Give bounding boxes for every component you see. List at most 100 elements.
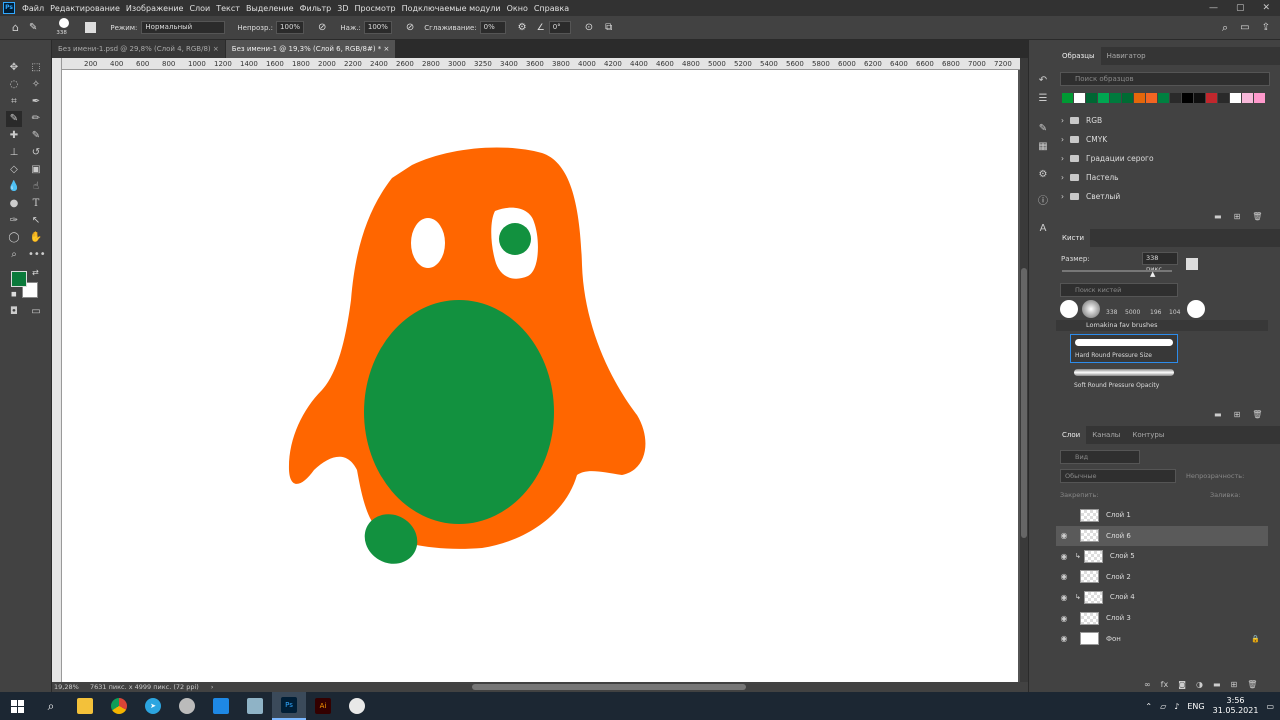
type-tool-icon[interactable]: T <box>28 196 44 212</box>
menu-view[interactable]: Просмотр <box>352 4 399 13</box>
hand-tool-icon[interactable]: ✋ <box>28 230 44 246</box>
new-group-icon[interactable]: ▬ <box>1213 680 1221 689</box>
layer-filter-kind[interactable]: Вид <box>1060 450 1140 464</box>
layer-row[interactable]: ◉ Фон 🔒 <box>1056 629 1268 649</box>
menu-image[interactable]: Изображение <box>123 4 187 13</box>
brush-item-selected[interactable]: Hard Round Pressure Size <box>1070 334 1178 363</box>
blur-tool-icon[interactable]: 💧 <box>6 179 22 195</box>
adjustment-layer-icon[interactable]: ◑ <box>1196 680 1203 689</box>
more-tools-icon[interactable]: ••• <box>28 247 46 263</box>
search-taskbar-icon[interactable]: ⌕ <box>34 692 68 720</box>
zoom-readout[interactable]: 19,28% <box>54 683 88 691</box>
color-swatch[interactable] <box>1230 93 1241 103</box>
tab-paths[interactable]: Контуры <box>1126 426 1170 444</box>
color-swatch[interactable] <box>1182 93 1193 103</box>
layer-row[interactable]: ◉ Слой 6 <box>1056 525 1268 546</box>
mixer-brush-icon[interactable]: ✎ <box>28 128 44 144</box>
brush-size-slider[interactable] <box>1062 270 1172 272</box>
brush-preset-size[interactable]: 5000 <box>1125 309 1140 316</box>
brush-search-input[interactable]: Поиск кистей <box>1060 283 1178 297</box>
color-swatch[interactable] <box>1110 93 1121 103</box>
horizontal-scroll-thumb[interactable] <box>472 684 746 690</box>
layer-row[interactable]: Слой 1 <box>1056 505 1268 525</box>
close-icon[interactable]: ✕ <box>1262 3 1270 13</box>
screen-mode-icon[interactable]: ▭ <box>28 304 44 320</box>
move-tool-icon[interactable]: ✥ <box>6 60 22 76</box>
visibility-eye-icon[interactable]: ◉ <box>1056 572 1072 581</box>
adjustments-panel-icon[interactable]: ⚙ <box>1036 168 1050 182</box>
opacity-input[interactable]: 100% <box>276 21 305 34</box>
clock[interactable]: 3:56 31.05.2021 <box>1213 696 1259 716</box>
color-swatch[interactable] <box>1062 93 1073 103</box>
menu-edit[interactable]: Редактирование <box>47 4 123 13</box>
telegram-icon[interactable]: ➤ <box>136 692 170 720</box>
stamp-tool-icon[interactable]: ⊥ <box>6 145 22 161</box>
visibility-eye-icon[interactable]: ◉ <box>1056 531 1072 540</box>
brush-preset-hard[interactable] <box>1060 300 1078 318</box>
brush-preset-soft[interactable] <box>1082 300 1100 318</box>
illustrator-taskbar-icon[interactable]: Ai <box>306 692 340 720</box>
photoshop-taskbar-icon[interactable]: Ps <box>272 692 306 720</box>
swatch-folder-rgb[interactable]: › RGB <box>1056 111 1270 130</box>
swatch-folder-cmyk[interactable]: › CMYK <box>1056 130 1270 149</box>
brush-item[interactable]: Soft Round Pressure Opacity <box>1070 365 1178 394</box>
properties-panel-icon[interactable]: ☰ <box>1036 92 1050 106</box>
layer-row[interactable]: ◉ ↳ Слой 5 <box>1056 546 1268 566</box>
tab-brushes[interactable]: Кисти <box>1056 229 1090 247</box>
menu-file[interactable]: Файл <box>19 4 47 13</box>
maximize-icon[interactable]: ▢ <box>1236 3 1245 13</box>
language-indicator[interactable]: ENG <box>1187 702 1204 711</box>
status-menu-icon[interactable]: › <box>211 683 214 691</box>
volume-icon[interactable]: ♪ <box>1174 702 1179 711</box>
eyedropper-tool-icon[interactable]: ✒ <box>28 94 44 110</box>
path-select-icon[interactable]: ↖ <box>28 213 44 229</box>
swatch-folder-grayscale[interactable]: › Градации серого <box>1056 149 1270 168</box>
search-icon[interactable]: ⌕ <box>1222 21 1228 35</box>
color-swatch[interactable] <box>1194 93 1205 103</box>
layer-row[interactable]: ◉ Слой 2 <box>1056 567 1268 587</box>
tab-channels[interactable]: Каналы <box>1086 426 1126 444</box>
layer-row[interactable]: ◉ Слой 3 <box>1056 608 1268 628</box>
doc-tab-1[interactable]: Без имени-1.psd @ 29,8% (Слой 4, RGB/8) … <box>52 40 225 58</box>
color-swatch[interactable] <box>1134 93 1145 103</box>
brush-settings-icon[interactable] <box>85 22 97 33</box>
symmetry-icon[interactable]: ⧉ <box>605 22 612 33</box>
delete-icon[interactable]: 🗑 <box>1252 212 1262 221</box>
quick-mask-icon[interactable]: ◘ <box>6 304 22 320</box>
character-panel-icon[interactable]: A <box>1036 222 1050 236</box>
brush-size-input[interactable]: 338 пикс. <box>1142 252 1178 273</box>
menu-select[interactable]: Выделение <box>243 4 297 13</box>
workspace-icon[interactable]: ▭ <box>1240 22 1249 33</box>
pencil-tool-icon[interactable]: ✏ <box>28 111 44 127</box>
brush-tool-icon[interactable]: ✎ <box>29 22 37 33</box>
menu-filter[interactable]: Фильтр <box>297 4 335 13</box>
share-icon[interactable]: ⇪ <box>1262 22 1270 33</box>
visibility-eye-icon[interactable]: ◉ <box>1056 634 1072 643</box>
pressure-opacity-icon[interactable]: ⊘ <box>318 22 326 33</box>
magic-wand-tool-icon[interactable]: ✧ <box>28 77 44 93</box>
layer-row[interactable]: ◉ ↳ Слой 4 <box>1056 587 1268 607</box>
brush-settings-panel-icon[interactable]: ▦ <box>1036 140 1050 154</box>
color-swatch[interactable] <box>1242 93 1253 103</box>
app-icon[interactable] <box>204 692 238 720</box>
menu-window[interactable]: Окно <box>504 4 531 13</box>
menu-layers[interactable]: Слои <box>186 4 213 13</box>
dodge-tool-icon[interactable]: ● <box>6 196 22 212</box>
swatch-folder-light[interactable]: › Светлый <box>1056 187 1270 206</box>
swatch-search-input[interactable]: Поиск образцов <box>1060 72 1270 86</box>
brush-preset-size[interactable]: 196 <box>1150 309 1161 316</box>
menu-plugins[interactable]: Подключаемые модули <box>399 4 504 13</box>
color-swatch[interactable] <box>1098 93 1109 103</box>
edit-brush-icon[interactable] <box>1186 258 1198 270</box>
flow-input[interactable]: 100% <box>363 21 392 34</box>
scroll-thumb[interactable] <box>1021 268 1027 538</box>
smoothing-input[interactable]: 0% <box>479 21 506 34</box>
color-swatch[interactable] <box>1254 93 1265 103</box>
tab-navigator[interactable]: Навигатор <box>1101 47 1152 65</box>
airbrush-icon[interactable]: ⊘ <box>406 22 414 33</box>
crop-tool-icon[interactable]: ⌗ <box>6 94 22 110</box>
history-brush-icon[interactable]: ↺ <box>28 145 44 161</box>
color-swatch[interactable] <box>1074 93 1085 103</box>
menu-3d[interactable]: 3D <box>334 4 351 13</box>
document-canvas[interactable] <box>62 70 1018 682</box>
